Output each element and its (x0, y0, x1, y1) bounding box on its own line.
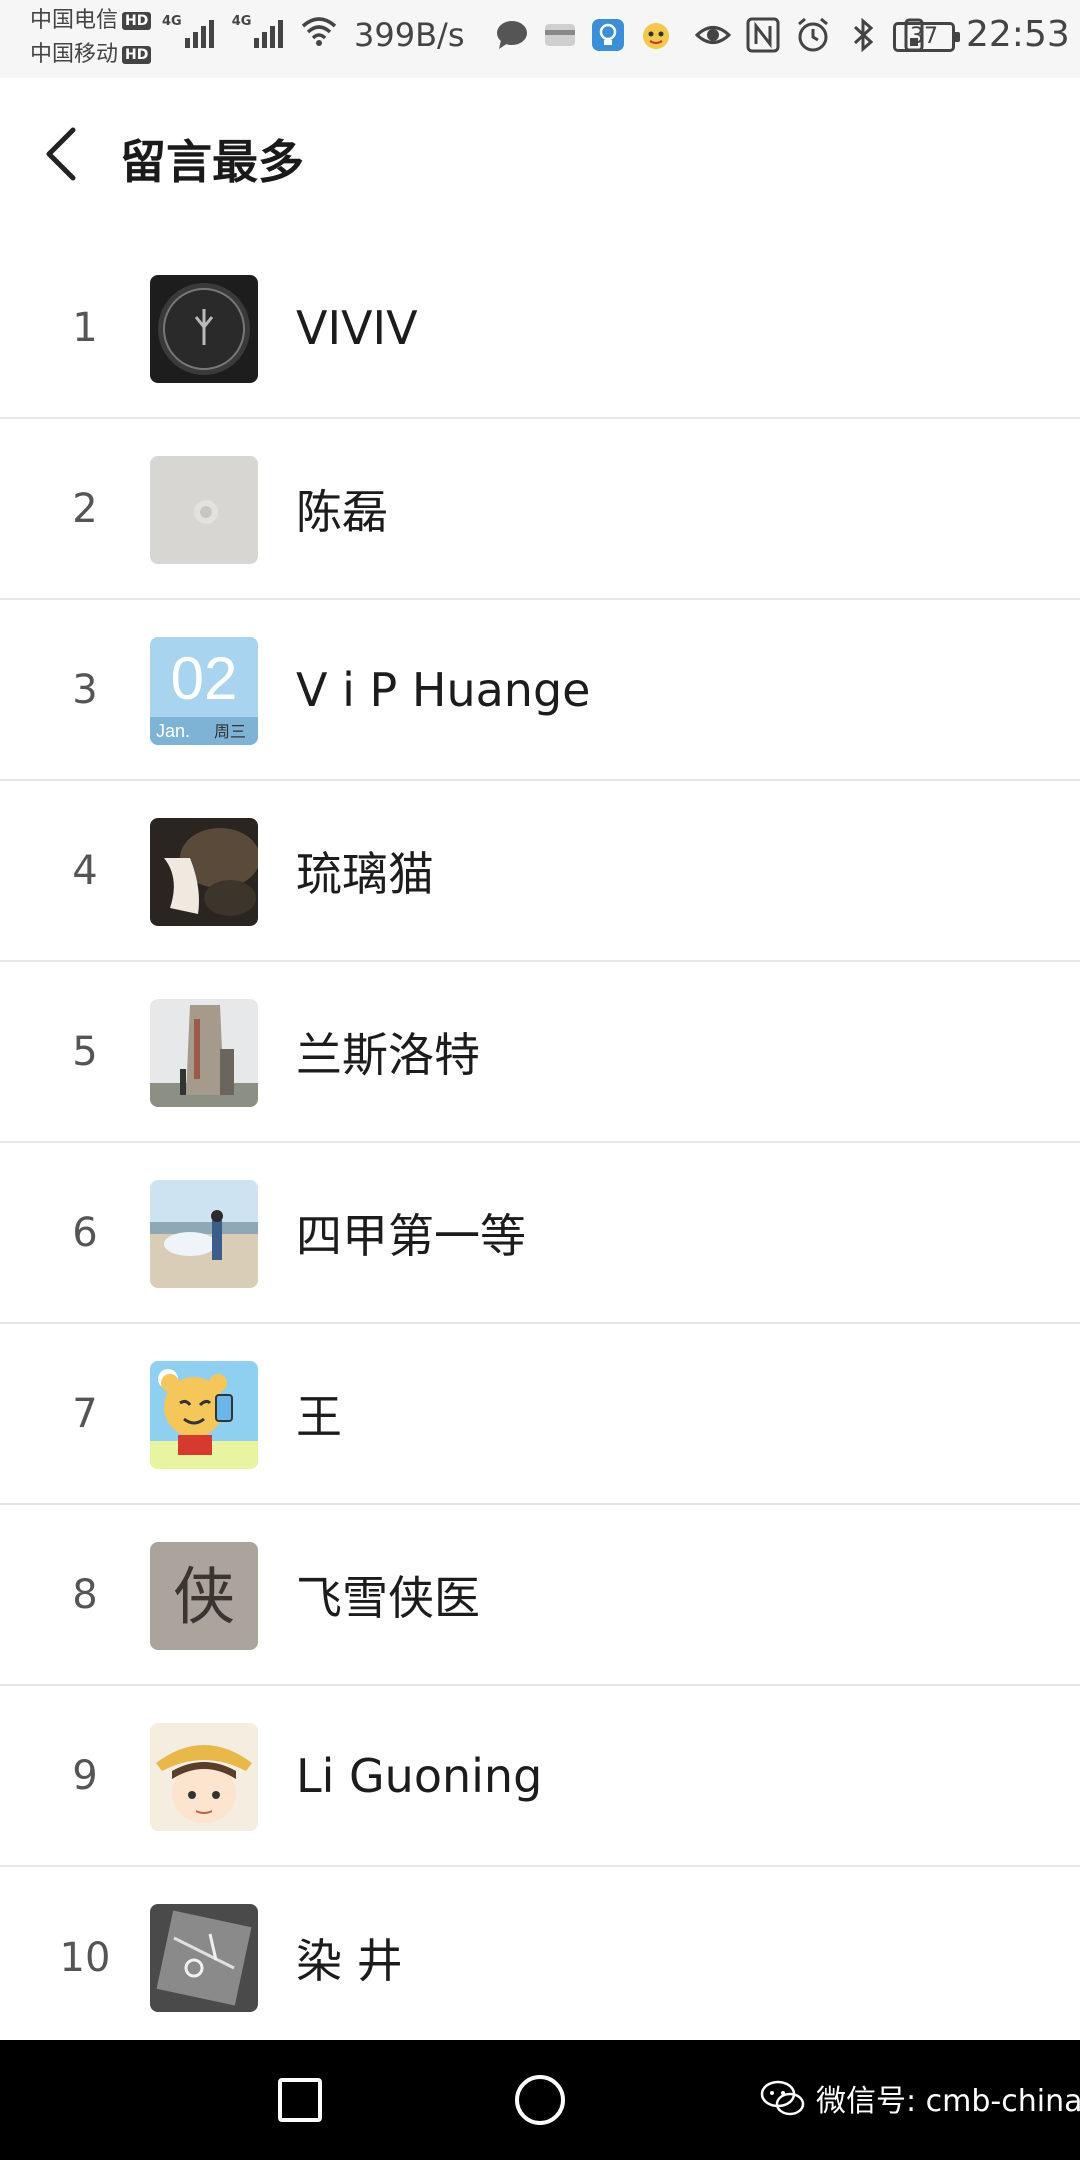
list-item[interactable]: 3 02 Jan. 周三 V i P Huange (0, 600, 1080, 781)
carrier-2-label: 中国移动 (30, 42, 119, 67)
svg-text:02: 02 (171, 645, 238, 712)
bulb-app-icon (592, 19, 624, 51)
avatar[interactable] (150, 999, 258, 1107)
hd-badge: HD (122, 12, 152, 30)
back-button[interactable] (30, 114, 90, 194)
svg-text:周三: 周三 (214, 722, 246, 741)
battery-level: 37 (910, 24, 938, 49)
nickname: 王 (296, 1389, 342, 1444)
ranking-list: 1 VIVIV 2 陈磊 3 02 Jan. 周三 V i P Huange 4… (0, 238, 1080, 2048)
wifi-icon (302, 17, 337, 46)
svg-text:侠: 侠 (173, 1560, 235, 1633)
signal-icon: 4G (232, 14, 284, 48)
rank-number: 5 (72, 1028, 98, 1075)
alarm-icon (798, 17, 828, 52)
nickname: 陈磊 (296, 484, 388, 539)
battery-indicator: 37 (893, 22, 960, 52)
chevron-left-icon (46, 127, 76, 181)
square-icon (278, 2078, 322, 2122)
rank-number: 7 (72, 1390, 98, 1437)
app-header: 留言最多 (0, 78, 1080, 238)
rank-number: 4 (72, 847, 98, 894)
list-item[interactable]: 2 陈磊 (0, 419, 1080, 600)
signal-icon: 4G (162, 14, 214, 48)
rank-number: 6 (72, 1209, 98, 1256)
rank-number: 1 (72, 304, 98, 351)
signal-group: 4G 4G (162, 14, 337, 48)
avatar[interactable] (150, 818, 258, 926)
rank-number: 10 (59, 1934, 111, 1981)
avatar[interactable] (150, 1904, 258, 2012)
nickname: 四甲第一等 (296, 1208, 526, 1263)
avatar[interactable] (150, 1361, 258, 1469)
page-title: 留言最多 (120, 135, 304, 189)
nickname: 琉璃猫 (296, 846, 434, 901)
rank-number: 9 (72, 1752, 98, 1799)
avatar[interactable] (150, 275, 258, 383)
nickname: V i P Huange (296, 662, 591, 717)
list-item[interactable]: 4 琉璃猫 (0, 781, 1080, 962)
eye-icon (695, 26, 731, 44)
wechat-watermark: 微信号: cmb-china (760, 2076, 1080, 2120)
rank-number: 3 (72, 666, 98, 713)
list-item[interactable]: 5 兰斯洛特 (0, 962, 1080, 1143)
notification-icons (495, 18, 673, 52)
wechat-icon (760, 2080, 805, 2116)
bluetooth-icon (853, 17, 874, 53)
mascot-app-icon (643, 23, 669, 49)
avatar[interactable] (150, 1723, 258, 1831)
nickname: 兰斯洛特 (296, 1027, 480, 1082)
rank-number: 8 (72, 1571, 98, 1618)
avatar[interactable]: 02 Jan. 周三 (150, 637, 258, 745)
home-button[interactable] (508, 2068, 572, 2132)
avatar[interactable]: 侠 (150, 1542, 258, 1650)
status-clock: 22:53 (966, 14, 1070, 55)
nickname: 飞雪侠医 (296, 1570, 480, 1625)
rank-number: 2 (72, 485, 98, 532)
carrier-info: 中国电信 HD 中国移动 HD (30, 4, 152, 72)
nfc-icon (746, 17, 780, 53)
avatar[interactable] (150, 1180, 258, 1288)
list-item[interactable]: 8 侠 飞雪侠医 (0, 1505, 1080, 1686)
nickname: Li Guoning (296, 1748, 543, 1803)
circle-icon (515, 2075, 565, 2125)
card-icon (545, 24, 575, 46)
chat-bubble-icon (497, 21, 527, 49)
list-item[interactable]: 1 VIVIV (0, 238, 1080, 419)
net-speed: 399B/s (354, 16, 465, 54)
hd-badge: HD (122, 46, 152, 64)
list-item[interactable]: 6 四甲第一等 (0, 1143, 1080, 1324)
watermark-text: 微信号: cmb-china (816, 2084, 1080, 2119)
status-bar: 中国电信 HD 中国移动 HD 4G 4G 399B/s 37 22:53 (0, 0, 1080, 78)
list-item[interactable]: 10 染 井 (0, 1867, 1080, 2048)
navigation-bar: 微信号: cmb-china (0, 2040, 1080, 2160)
svg-text:Jan.: Jan. (156, 721, 190, 741)
nickname: 染 井 (296, 1933, 403, 1988)
nickname: VIVIV (296, 300, 418, 355)
carrier-1-label: 中国电信 (30, 8, 119, 33)
recent-apps-button[interactable] (268, 2068, 332, 2132)
list-item[interactable]: 9 Li Guoning (0, 1686, 1080, 1867)
avatar[interactable] (150, 456, 258, 564)
list-item[interactable]: 7 王 (0, 1324, 1080, 1505)
